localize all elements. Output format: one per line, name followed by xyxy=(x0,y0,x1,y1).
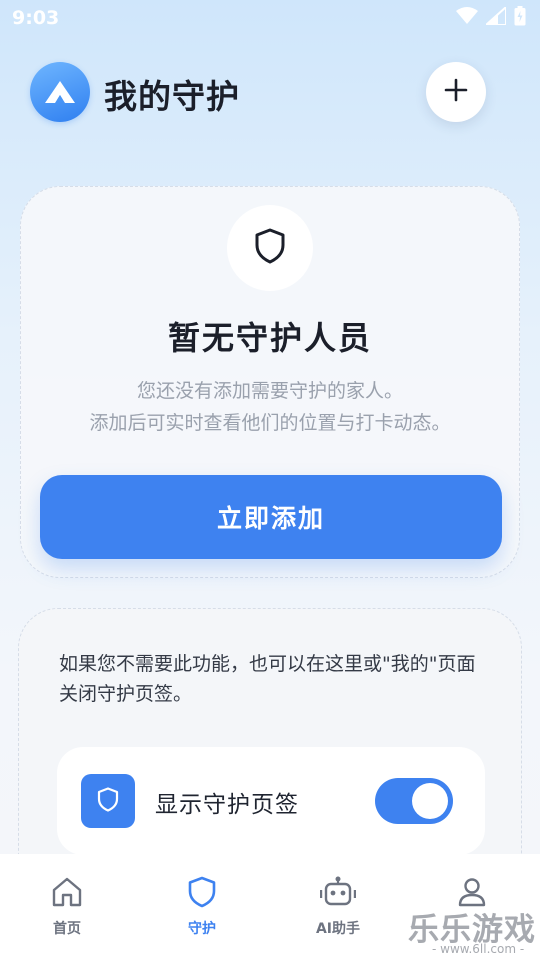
add-button[interactable] xyxy=(426,62,486,122)
nav-label-home: 首页 xyxy=(53,921,81,937)
status-icons xyxy=(456,4,526,30)
signal-icon xyxy=(483,4,507,29)
home-icon xyxy=(50,876,84,912)
empty-state-title: 暂无守护人员 xyxy=(167,319,372,357)
toggle-knob xyxy=(412,783,448,819)
status-bar: 9:03 xyxy=(0,0,540,36)
toggle-label: 显示守护页签 xyxy=(155,792,299,818)
status-time: 9:03 xyxy=(12,7,60,29)
shield-icon xyxy=(187,876,217,912)
battery-icon xyxy=(514,6,526,30)
add-now-button[interactable]: 立即添加 xyxy=(40,475,502,559)
shield-icon xyxy=(97,786,119,816)
robot-icon xyxy=(319,876,357,912)
toggle-shield-box xyxy=(81,774,135,828)
nav-label-guard: 守护 xyxy=(188,921,216,937)
page-title: 我的守护 xyxy=(104,77,240,116)
show-guard-tab-row: 显示守护页签 xyxy=(57,747,485,855)
empty-state-description: 您还没有添加需要守护的家人。 添加后可实时查看他们的位置与打卡动态。 xyxy=(21,375,519,439)
empty-state-description-line1: 您还没有添加需要守护的家人。 xyxy=(136,380,403,402)
watermark-sub: - www.6ll.com - xyxy=(432,942,525,956)
info-text: 如果您不需要此功能，也可以在这里或"我的"页面关闭守护页签。 xyxy=(59,653,476,705)
nav-item-ai-assistant[interactable]: AI助手 xyxy=(288,876,388,938)
wifi-icon xyxy=(456,7,478,29)
empty-state-card: 暂无守护人员 您还没有添加需要守护的家人。 添加后可实时查看他们的位置与打卡动态… xyxy=(20,186,520,578)
nav-item-home[interactable]: 首页 xyxy=(17,876,117,938)
nav-label-ai-assistant: AI助手 xyxy=(315,921,361,937)
show-guard-tab-toggle[interactable] xyxy=(375,778,453,824)
watermark: 乐乐游戏 - www.6ll.com - xyxy=(408,904,540,960)
shield-icon xyxy=(254,228,286,268)
app-logo-icon xyxy=(30,62,90,122)
empty-state-shield xyxy=(227,205,313,291)
nav-item-guard[interactable]: 守护 xyxy=(152,876,252,938)
empty-state-description-line2: 添加后可实时查看他们的位置与打卡动态。 xyxy=(89,412,451,434)
plus-icon xyxy=(444,78,468,106)
